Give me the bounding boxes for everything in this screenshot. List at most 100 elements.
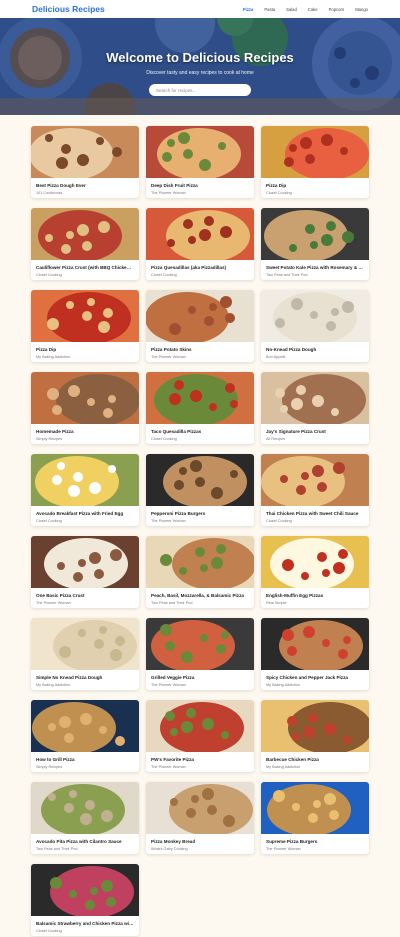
recipe-card[interactable]: Pizza Dip Closet Cooking	[261, 126, 369, 198]
recipe-card[interactable]: Supreme Pizza Burgers The Pioneer Woman	[261, 782, 369, 854]
recipe-title[interactable]: Best Pizza Dough Ever	[31, 178, 139, 188]
recipe-title[interactable]: Deep Dish Fruit Pizza	[146, 178, 254, 188]
egg-pizza-icon	[31, 454, 139, 506]
recipe-source: My Baking Addiction	[36, 355, 71, 359]
pizza-dip-icon	[31, 290, 139, 342]
nav-item-pizza[interactable]: Pizza	[243, 7, 253, 12]
recipe-card[interactable]: Pizza Quesadillas (aka Pizzadillas) Close…	[146, 208, 254, 280]
recipe-card[interactable]: Best Pizza Dough Ever 101 Cookbooks	[31, 126, 139, 198]
recipe-card[interactable]: Sweet Potato Kale Pizza with Rosemary & …	[261, 208, 369, 280]
recipe-title[interactable]: English-Muffin Egg Pizzas	[261, 588, 369, 598]
recipe-source: Simply Recipes	[36, 765, 63, 769]
dough-ball-icon	[261, 290, 369, 342]
recipe-source: 101 Cookbooks	[36, 191, 63, 195]
recipe-card[interactable]: Avocado Breakfast Pizza with Fried Egg Cl…	[31, 454, 139, 526]
recipe-card[interactable]: Peach, Basil, Mozzarella, & Balsamic Piz…	[146, 536, 254, 608]
recipe-title[interactable]: No-Knead Pizza Dough	[261, 342, 369, 352]
recipe-title[interactable]: Homemade Pizza	[31, 424, 139, 434]
recipe-title[interactable]: Grilled Veggie Pizza	[146, 670, 254, 680]
recipe-title[interactable]: Supreme Pizza Burgers	[261, 834, 369, 844]
nav-item-popcorn[interactable]: Popcorn	[329, 7, 345, 12]
pizza-crust-icon	[261, 372, 369, 424]
recipe-card[interactable]: Thai Chicken Pizza with Sweet Chili Sauc…	[261, 454, 369, 526]
recipe-title[interactable]: Balsamic Strawberry and Chicken Pizza wi…	[31, 916, 139, 926]
hero-banner: Welcome to Delicious Recipes Discover ta…	[0, 18, 400, 115]
recipe-title[interactable]: Pizza Dip	[261, 178, 369, 188]
recipe-source: The Pioneer Woman	[151, 683, 186, 687]
recipe-title[interactable]: Pizza Dip	[31, 342, 139, 352]
recipe-card[interactable]: PW's Favorite Pizza The Pioneer Woman	[146, 700, 254, 772]
recipe-card[interactable]: Deep Dish Fruit Pizza The Pioneer Woman	[146, 126, 254, 198]
veggie-pizza-icon	[146, 618, 254, 670]
recipe-title[interactable]: Avocado Breakfast Pizza with Fried Egg	[31, 506, 139, 516]
potato-skins-icon	[146, 290, 254, 342]
recipe-title[interactable]: Sweet Potato Kale Pizza with Rosemary & …	[261, 260, 369, 270]
recipe-title[interactable]: Peach, Basil, Mozzarella, & Balsamic Piz…	[146, 588, 254, 598]
recipe-source: Two Peas and Their Pod	[36, 847, 78, 851]
recipe-title[interactable]: Pizza Monkey Bread	[146, 834, 254, 844]
recipe-card[interactable]: Pizza Monkey Bread What's Gaby Cooking	[146, 782, 254, 854]
nav-item-pasta[interactable]: Pasta	[264, 7, 275, 12]
recipe-card[interactable]: Homemade Pizza Simply Recipes	[31, 372, 139, 444]
pizza-dough-icon	[31, 126, 139, 178]
recipe-card[interactable]: Spicy Chicken and Pepper Jack Pizza My Ba…	[261, 618, 369, 690]
recipe-title[interactable]: Simple No Knead Pizza Dough	[31, 670, 139, 680]
recipe-source: Closet Cooking	[36, 273, 62, 277]
recipe-title[interactable]: Spicy Chicken and Pepper Jack Pizza	[261, 670, 369, 680]
recipe-card[interactable]: Jay's Signature Pizza Crust All Recipes	[261, 372, 369, 444]
recipe-title[interactable]: How to Grill Pizza	[31, 752, 139, 762]
search-input[interactable]	[149, 84, 251, 96]
peach-pizza-icon	[146, 536, 254, 588]
recipe-card[interactable]: Cauliflower Pizza Crust (with BBQ Chicke…	[31, 208, 139, 280]
brand-logo[interactable]: Delicious Recipes	[32, 4, 232, 14]
thai-pizza-icon	[261, 454, 369, 506]
dough-balls-icon	[31, 618, 139, 670]
main-nav: Pizza Pasta Salad Cake Popcorn Mango	[232, 7, 368, 12]
recipe-title[interactable]: Pizza Potato Skins	[146, 342, 254, 352]
recipe-source: Closet Cooking	[266, 519, 292, 523]
top-navbar: Delicious Recipes Pizza Pasta Salad Cake…	[0, 0, 400, 18]
recipe-source: The Pioneer Woman	[151, 519, 186, 523]
recipe-card[interactable]: Barbecue Chicken Pizza My Baking Addictio…	[261, 700, 369, 772]
recipe-source: Closet Cooking	[36, 519, 62, 523]
homemade-pizza-icon	[31, 372, 139, 424]
pizza-dip-icon	[261, 126, 369, 178]
recipe-source: What's Gaby Cooking	[151, 847, 188, 851]
recipe-card[interactable]: Pizza Dip My Baking Addiction	[31, 290, 139, 362]
nav-item-cake[interactable]: Cake	[308, 7, 318, 12]
recipe-card[interactable]: Pizza Potato Skins The Pioneer Woman	[146, 290, 254, 362]
recipe-title[interactable]: Cauliflower Pizza Crust (with BBQ Chicke…	[31, 260, 139, 270]
recipe-card[interactable]: Simple No Knead Pizza Dough My Baking Add…	[31, 618, 139, 690]
recipe-card[interactable]: English-Muffin Egg Pizzas Real Simple	[261, 536, 369, 608]
recipe-source: The Pioneer Woman	[266, 847, 301, 851]
quesadilla-icon	[146, 208, 254, 260]
recipe-card[interactable]: Pepperoni Pizza Burgers The Pioneer Woman	[146, 454, 254, 526]
muffin-pizza-icon	[261, 536, 369, 588]
recipe-source: The Pioneer Woman	[151, 355, 186, 359]
recipe-title[interactable]: Thai Chicken Pizza with Sweet Chili Sauc…	[261, 506, 369, 516]
recipe-title[interactable]: Jay's Signature Pizza Crust	[261, 424, 369, 434]
recipe-title[interactable]: PW's Favorite Pizza	[146, 752, 254, 762]
recipe-card[interactable]: Taco Quesadilla Pizzas Closet Cooking	[146, 372, 254, 444]
recipe-card[interactable]: Balsamic Strawberry and Chicken Pizza wi…	[31, 864, 139, 936]
recipe-title[interactable]: Pizza Quesadillas (aka Pizzadillas)	[146, 260, 254, 270]
recipe-title[interactable]: Barbecue Chicken Pizza	[261, 752, 369, 762]
taco-pizza-icon	[146, 372, 254, 424]
grill-pizza-icon	[31, 700, 139, 752]
pita-pizza-icon	[31, 782, 139, 834]
recipe-title[interactable]: Avocado Pita Pizza with Cilantro Sauce	[31, 834, 139, 844]
recipe-card[interactable]: Avocado Pita Pizza with Cilantro Sauce Tw…	[31, 782, 139, 854]
recipe-card[interactable]: Grilled Veggie Pizza The Pioneer Woman	[146, 618, 254, 690]
recipe-title[interactable]: Pepperoni Pizza Burgers	[146, 506, 254, 516]
recipe-source: My Baking Addiction	[36, 683, 71, 687]
nav-item-mango[interactable]: Mango	[355, 7, 368, 12]
recipe-card[interactable]: How to Grill Pizza Simply Recipes	[31, 700, 139, 772]
recipe-title[interactable]: Taco Quesadilla Pizzas	[146, 424, 254, 434]
recipe-source: Closet Cooking	[266, 191, 292, 195]
recipe-title[interactable]: One Basic Pizza Crust	[31, 588, 139, 598]
recipe-card[interactable]: No-Knead Pizza Dough Bon Appetit	[261, 290, 369, 362]
recipe-card[interactable]: One Basic Pizza Crust The Pioneer Woman	[31, 536, 139, 608]
nav-item-salad[interactable]: Salad	[286, 7, 297, 12]
recipe-source: Two Peas and Their Pod	[151, 601, 193, 605]
supreme-burger-icon	[261, 782, 369, 834]
